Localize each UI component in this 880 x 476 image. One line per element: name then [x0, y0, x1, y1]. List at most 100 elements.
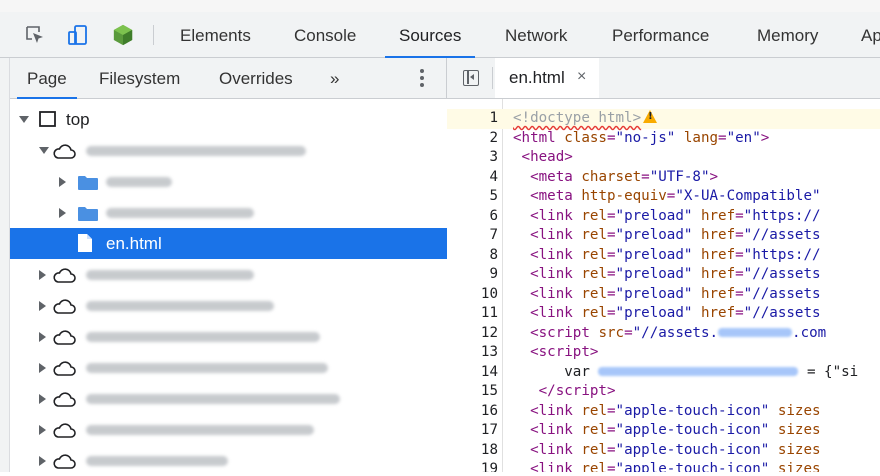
tab-filesystem[interactable]: Filesystem [99, 58, 180, 98]
tree-item-domain[interactable] [10, 414, 447, 445]
code-text: <script src="//assets. .com [530, 324, 827, 341]
line-number[interactable]: 12 [447, 324, 498, 344]
code-line[interactable]: 13 <script> [447, 343, 880, 363]
line-number[interactable]: 18 [447, 441, 498, 461]
line-number[interactable]: 8 [447, 246, 498, 266]
redacted-domain [86, 301, 274, 311]
more-tabs-button[interactable]: » [330, 58, 339, 98]
line-number[interactable]: 10 [447, 285, 498, 305]
code-line[interactable]: 8 <link rel="preload" href="https:// [447, 246, 880, 266]
tree-item-domain[interactable] [10, 259, 447, 290]
code-line[interactable]: 2 <html class="no-js" lang="en"> [447, 129, 880, 149]
tree-item-folder[interactable] [10, 166, 447, 197]
cloud-icon [53, 361, 76, 376]
tab-network[interactable]: Network [505, 12, 567, 57]
line-number[interactable]: 17 [447, 421, 498, 441]
collapse-arrow-icon[interactable] [59, 208, 66, 218]
toggle-navigator-icon[interactable] [463, 70, 479, 86]
device-toolbar-icon[interactable] [67, 24, 89, 46]
code-line[interactable]: 9 <link rel="preload" href="//assets [447, 265, 880, 285]
tree-item-domain[interactable] [10, 383, 447, 414]
tab-overrides[interactable]: Overrides [219, 58, 293, 98]
code-line[interactable]: 18 <link rel="apple-touch-icon" sizes [447, 441, 880, 461]
collapse-arrow-icon[interactable] [39, 394, 46, 404]
expand-arrow-icon[interactable] [39, 147, 49, 154]
tab-console[interactable]: Console [294, 12, 356, 57]
tree-item-domain[interactable] [10, 445, 447, 476]
tab-performance[interactable]: Performance [612, 12, 709, 57]
tree-item-domain[interactable] [10, 290, 447, 321]
editor-file-tab[interactable]: en.html × [495, 58, 599, 98]
folder-icon [78, 176, 98, 190]
cloud-icon [53, 268, 76, 283]
line-number[interactable]: 6 [447, 207, 498, 227]
redacted-domain [86, 332, 320, 342]
code-editor[interactable]: 1 <!doctype html> 2 <html class="no-js" lan… [447, 99, 880, 472]
collapse-arrow-icon[interactable] [39, 363, 46, 373]
code-line[interactable]: 1 <!doctype html> [447, 109, 880, 129]
line-number[interactable]: 13 [447, 343, 498, 363]
code-text: <link rel="apple-touch-icon" sizes [530, 422, 821, 438]
tree-item-selected-file[interactable]: en.html [10, 228, 447, 259]
extension-cube-icon[interactable] [112, 24, 134, 46]
code-text: <head> [521, 149, 573, 165]
line-number[interactable]: 5 [447, 187, 498, 207]
tab-memory[interactable]: Memory [757, 12, 818, 57]
line-number[interactable]: 3 [447, 148, 498, 168]
collapse-arrow-icon[interactable] [39, 270, 46, 280]
line-number[interactable]: 1 [447, 109, 498, 129]
collapse-arrow-icon[interactable] [39, 332, 46, 342]
code-line[interactable]: 10 <link rel="preload" href="//assets [447, 285, 880, 305]
code-text: <!doctype html> [513, 109, 658, 129]
code-line[interactable]: 19 <link rel="apple-touch-icon" sizes [447, 460, 880, 472]
expand-arrow-icon[interactable] [19, 116, 29, 123]
line-number[interactable]: 2 [447, 129, 498, 149]
tab-application[interactable]: Ap [861, 12, 880, 57]
line-number[interactable]: 16 [447, 402, 498, 422]
tree-label-top: top [66, 110, 90, 129]
document-icon [78, 234, 92, 252]
redacted-domain [86, 270, 254, 280]
code-line[interactable]: 7 <link rel="preload" href="//assets [447, 226, 880, 246]
code-text: <link rel="preload" href="https:// [530, 207, 821, 224]
tree-item-domain[interactable] [10, 321, 447, 352]
code-text: <link rel="apple-touch-icon" sizes [530, 441, 821, 458]
tab-sources[interactable]: Sources [384, 12, 476, 58]
code-line[interactable]: 14 var = {"si [447, 363, 880, 383]
code-line[interactable]: 6 <link rel="preload" href="https:// [447, 207, 880, 227]
line-number[interactable]: 14 [447, 363, 498, 383]
tree-item-top[interactable]: top [10, 104, 447, 135]
code-text: <link rel="preload" href="//assets [530, 227, 821, 243]
redacted-domain [86, 456, 228, 466]
code-line[interactable]: 12 <script src="//assets. .com [447, 324, 880, 344]
code-line[interactable]: 17 <link rel="apple-touch-icon" sizes [447, 421, 880, 441]
code-text: <link rel="preload" href="//assets [530, 266, 821, 282]
code-line[interactable]: 11 <link rel="preload" href="//assets [447, 304, 880, 324]
tree-item-folder[interactable] [10, 197, 447, 228]
line-number[interactable]: 9 [447, 265, 498, 285]
code-line[interactable]: 4 <meta charset="UTF-8"> [447, 168, 880, 188]
close-tab-icon[interactable]: × [577, 58, 586, 96]
code-line[interactable]: 3 <head> [447, 148, 880, 168]
collapse-arrow-icon[interactable] [39, 301, 46, 311]
line-number[interactable]: 11 [447, 304, 498, 324]
tab-elements[interactable]: Elements [180, 12, 251, 57]
inspect-element-icon[interactable] [24, 24, 46, 46]
code-text: <meta charset="UTF-8"> [530, 168, 719, 185]
line-number[interactable]: 7 [447, 226, 498, 246]
line-number[interactable]: 19 [447, 460, 498, 472]
collapse-arrow-icon[interactable] [39, 425, 46, 435]
tree-item-domain[interactable] [10, 135, 447, 166]
redacted-domain [86, 394, 340, 404]
collapse-arrow-icon[interactable] [59, 177, 66, 187]
code-line[interactable]: 15 </script> [447, 382, 880, 402]
cloud-icon [53, 454, 76, 469]
tab-page[interactable]: Page [17, 58, 77, 99]
more-options-icon[interactable] [419, 69, 425, 89]
collapse-arrow-icon[interactable] [39, 456, 46, 466]
line-number[interactable]: 15 [447, 382, 498, 402]
tree-item-domain[interactable] [10, 352, 447, 383]
line-number[interactable]: 4 [447, 168, 498, 188]
code-line[interactable]: 16 <link rel="apple-touch-icon" sizes [447, 402, 880, 422]
code-line[interactable]: 5 <meta http-equiv="X-UA-Compatible" [447, 187, 880, 207]
